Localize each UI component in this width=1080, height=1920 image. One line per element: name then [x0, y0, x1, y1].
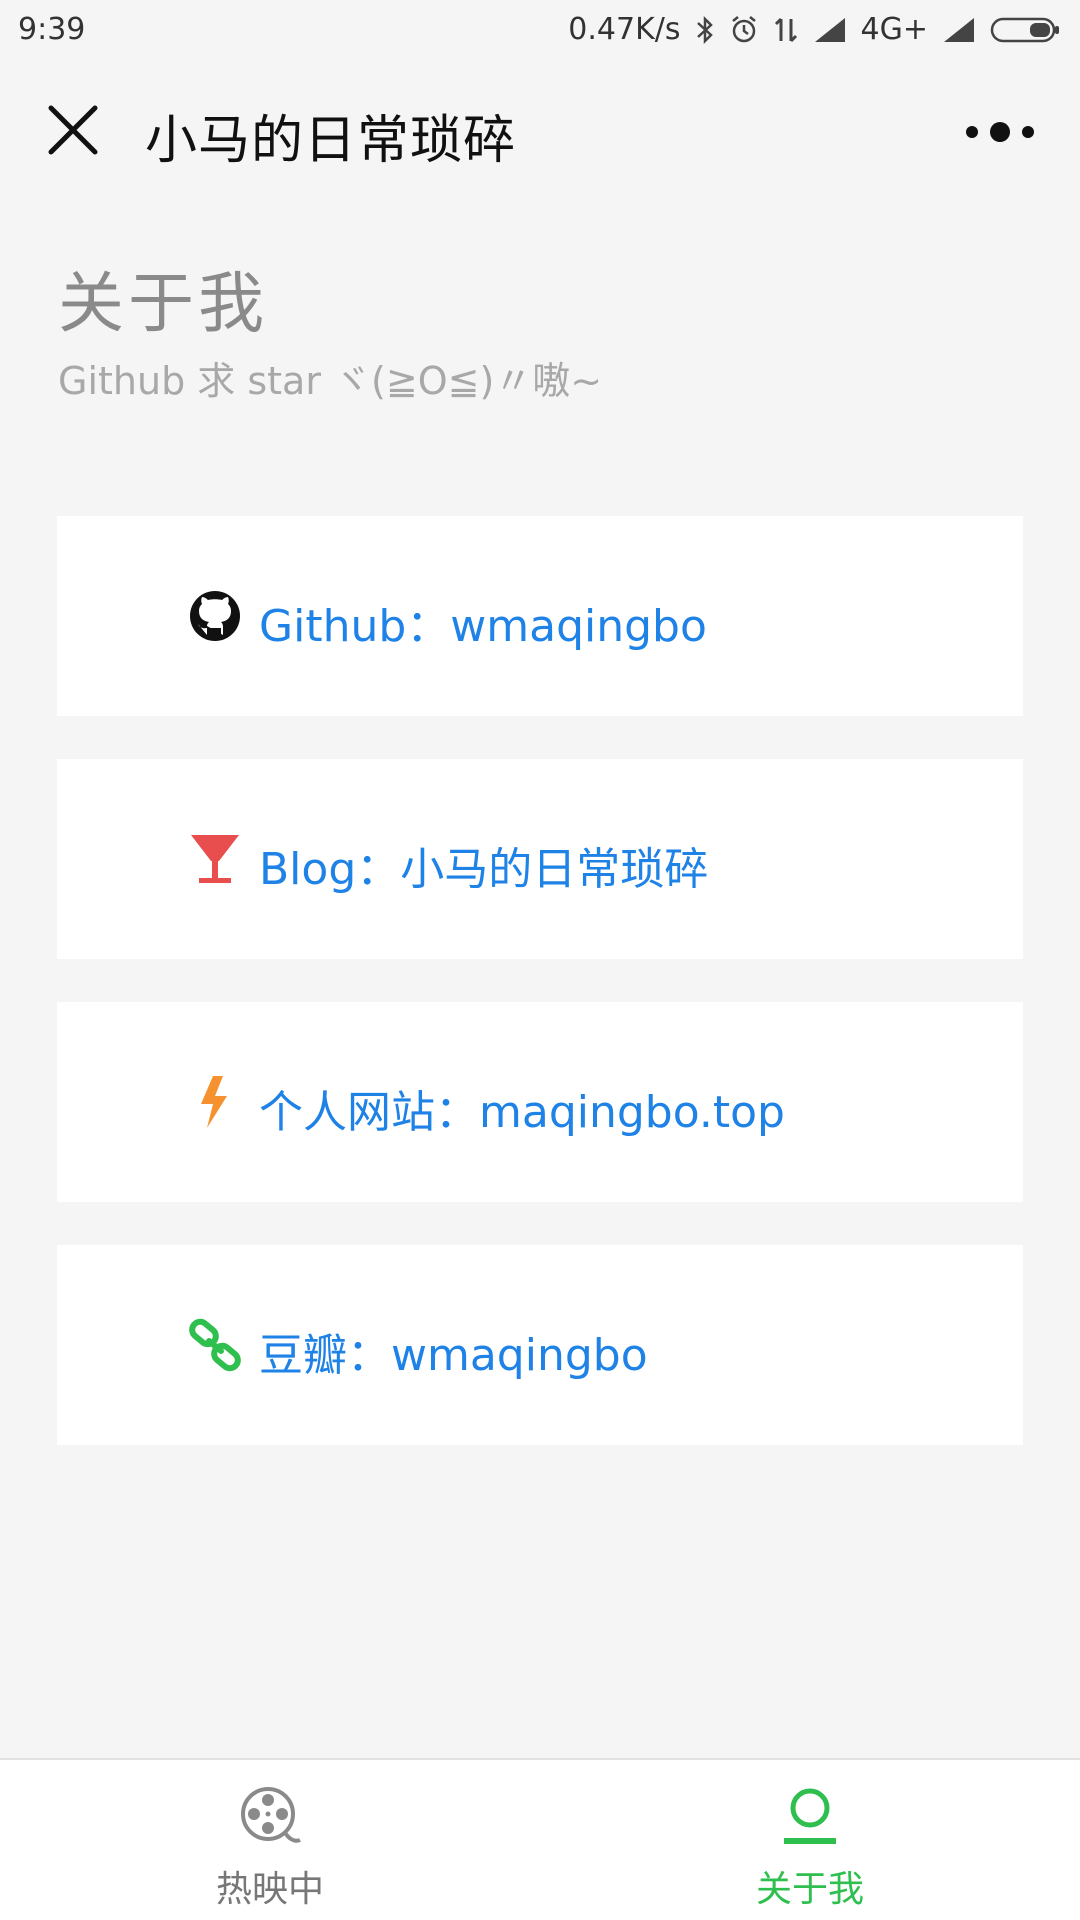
- link-label[interactable]: Blog：小马的日常琐碎: [259, 833, 708, 897]
- link-label[interactable]: 豆瓣：wmaqingbo: [259, 1319, 648, 1383]
- more-icon: [966, 122, 1034, 142]
- signal-icon: [942, 16, 976, 44]
- battery-icon: [990, 15, 1062, 45]
- data-transfer-icon: [773, 15, 799, 45]
- link-card-website[interactable]: 个人网站：maqingbo.top: [57, 1002, 1023, 1202]
- tab-now-playing[interactable]: 热映中: [0, 1760, 540, 1920]
- page: 9:39 0.47K/s 4G+ 小马的日常琐碎 关于我 Github 求 st…: [0, 0, 1080, 1920]
- link-card-github[interactable]: Github：wmaqingbo: [57, 516, 1023, 716]
- link-card-douban[interactable]: 豆瓣：wmaqingbo: [57, 1245, 1023, 1445]
- page-title: 关于我: [58, 265, 268, 342]
- status-time: 9:39: [18, 12, 86, 47]
- signal-icon: [813, 16, 847, 44]
- alarm-icon: [729, 15, 759, 45]
- user-icon: [778, 1784, 842, 1848]
- nav-bar: 小马的日常琐碎: [0, 70, 1080, 190]
- link-icon: [187, 1317, 243, 1373]
- network-type: 4G+: [860, 12, 928, 47]
- tab-bar: 热映中 关于我: [0, 1758, 1080, 1920]
- close-button[interactable]: [45, 102, 101, 158]
- status-bar: 9:39 0.47K/s 4G+: [0, 0, 1080, 60]
- lightning-icon: [187, 1074, 243, 1130]
- cocktail-icon: [187, 831, 243, 887]
- link-card-blog[interactable]: Blog：小马的日常琐碎: [57, 759, 1023, 959]
- tab-about-me[interactable]: 关于我: [540, 1760, 1080, 1920]
- link-label[interactable]: 个人网站：maqingbo.top: [259, 1076, 785, 1140]
- tab-label: 关于我: [755, 1869, 864, 1910]
- close-icon: [48, 105, 98, 155]
- link-label[interactable]: Github：wmaqingbo: [259, 590, 707, 654]
- status-right: 0.47K/s 4G+: [568, 12, 1062, 47]
- network-speed: 0.47K/s: [568, 12, 681, 47]
- page-subtitle: Github 求 star ヾ(≧O≦)〃嗷~: [58, 359, 603, 403]
- bluetooth-icon: [695, 15, 715, 45]
- github-icon: [187, 588, 243, 644]
- more-button[interactable]: [960, 120, 1040, 144]
- tab-label: 热映中: [215, 1869, 324, 1910]
- nav-title: 小马的日常琐碎: [145, 111, 517, 171]
- film-reel-icon: [238, 1784, 302, 1848]
